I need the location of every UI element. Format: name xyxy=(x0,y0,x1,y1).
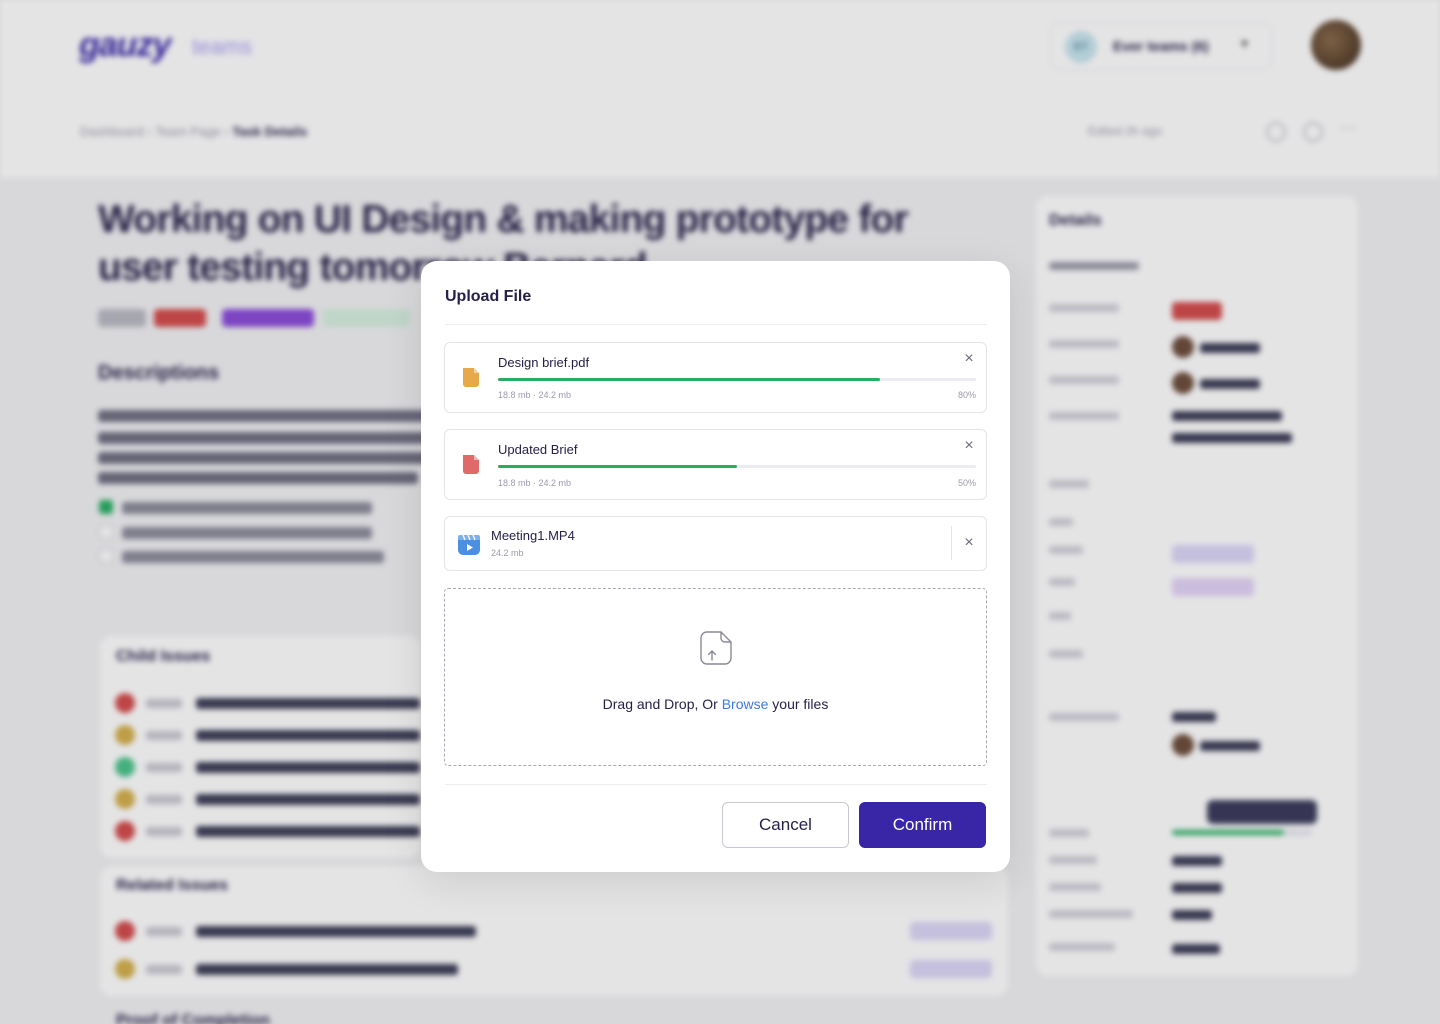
file-size: 18.8 mb · 24.2 mb xyxy=(498,478,572,488)
divider xyxy=(445,784,987,785)
upload-icon xyxy=(700,631,732,665)
file-name: Design brief.pdf xyxy=(498,355,590,370)
file-name: Meeting1.MP4 xyxy=(491,528,575,543)
document-icon xyxy=(463,368,479,387)
file-name: Updated Brief xyxy=(498,442,578,457)
file-item: Meeting1.MP4 24.2 mb × xyxy=(444,516,987,571)
upload-percent: 50% xyxy=(957,478,976,488)
close-icon[interactable]: × xyxy=(961,438,977,454)
divider xyxy=(951,526,952,560)
upload-percent: 80% xyxy=(957,390,976,400)
cancel-button[interactable]: Cancel xyxy=(722,802,849,848)
file-size: 24.2 mb xyxy=(491,548,524,558)
upload-progress-bar xyxy=(498,378,976,381)
file-item: Design brief.pdf 18.8 mb · 24.2 mb 80% × xyxy=(444,342,987,413)
upload-progress-bar xyxy=(498,465,976,468)
file-size: 18.8 mb · 24.2 mb xyxy=(498,390,572,400)
video-file-icon xyxy=(458,534,480,555)
modal-title: Upload File xyxy=(445,288,532,305)
close-icon[interactable]: × xyxy=(961,351,977,367)
confirm-button[interactable]: Confirm xyxy=(859,802,986,848)
dropzone-text: Drag and Drop, Or Browse your files xyxy=(445,696,986,712)
dropzone-text-after: your files xyxy=(768,696,829,712)
dropzone-text-before: Drag and Drop, Or xyxy=(602,696,722,712)
document-icon xyxy=(463,455,479,474)
file-item: Updated Brief 18.8 mb · 24.2 mb 50% × xyxy=(444,429,987,500)
upload-file-modal: Upload File Design brief.pdf 18.8 mb · 2… xyxy=(421,261,1010,872)
divider xyxy=(445,324,987,325)
browse-link[interactable]: Browse xyxy=(722,696,769,712)
dropzone[interactable]: Drag and Drop, Or Browse your files xyxy=(444,588,987,766)
close-icon[interactable]: × xyxy=(961,535,977,551)
